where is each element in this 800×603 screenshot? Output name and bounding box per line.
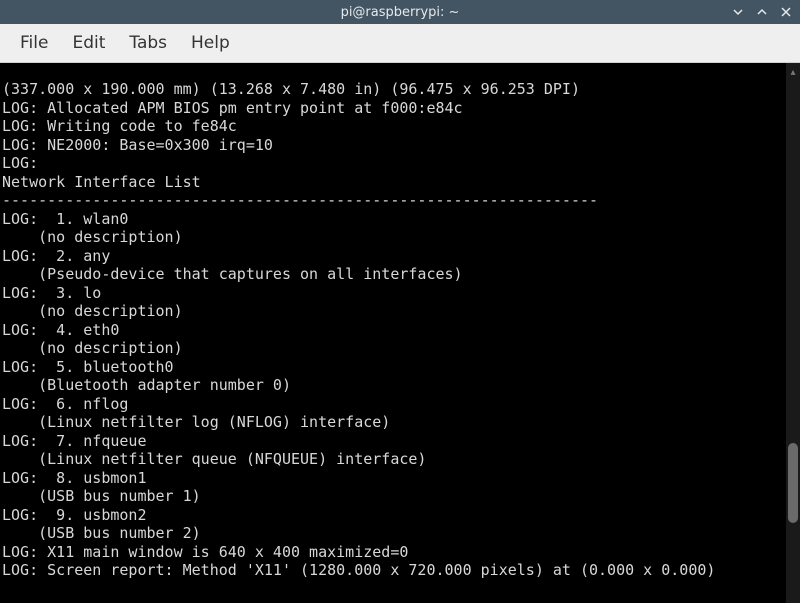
menu-edit[interactable]: Edit: [60, 27, 117, 59]
scrollbar-thumb[interactable]: [788, 443, 798, 523]
window-title: pi@raspberrypi: ~: [341, 5, 460, 20]
terminal-output[interactable]: (337.000 x 190.000 mm) (13.268 x 7.480 i…: [0, 78, 786, 588]
titlebar-buttons: [728, 0, 796, 24]
terminal-area: (337.000 x 190.000 mm) (13.268 x 7.480 i…: [0, 63, 800, 603]
menu-help[interactable]: Help: [179, 27, 242, 59]
scrollbar[interactable]: ▴: [786, 63, 800, 603]
close-button[interactable]: [776, 3, 796, 21]
menu-tabs[interactable]: Tabs: [117, 27, 179, 59]
chevron-up-icon: [756, 6, 768, 18]
menubar: File Edit Tabs Help: [0, 24, 800, 63]
close-icon: [780, 6, 792, 18]
titlebar: pi@raspberrypi: ~: [0, 0, 800, 24]
scrollbar-track[interactable]: [786, 63, 800, 603]
terminal-window: pi@raspberrypi: ~ File Edit Tabs Help (3…: [0, 0, 800, 603]
minimize-button[interactable]: [728, 3, 748, 21]
menu-file[interactable]: File: [8, 27, 60, 59]
maximize-button[interactable]: [752, 3, 772, 21]
chevron-down-icon: [732, 6, 744, 18]
